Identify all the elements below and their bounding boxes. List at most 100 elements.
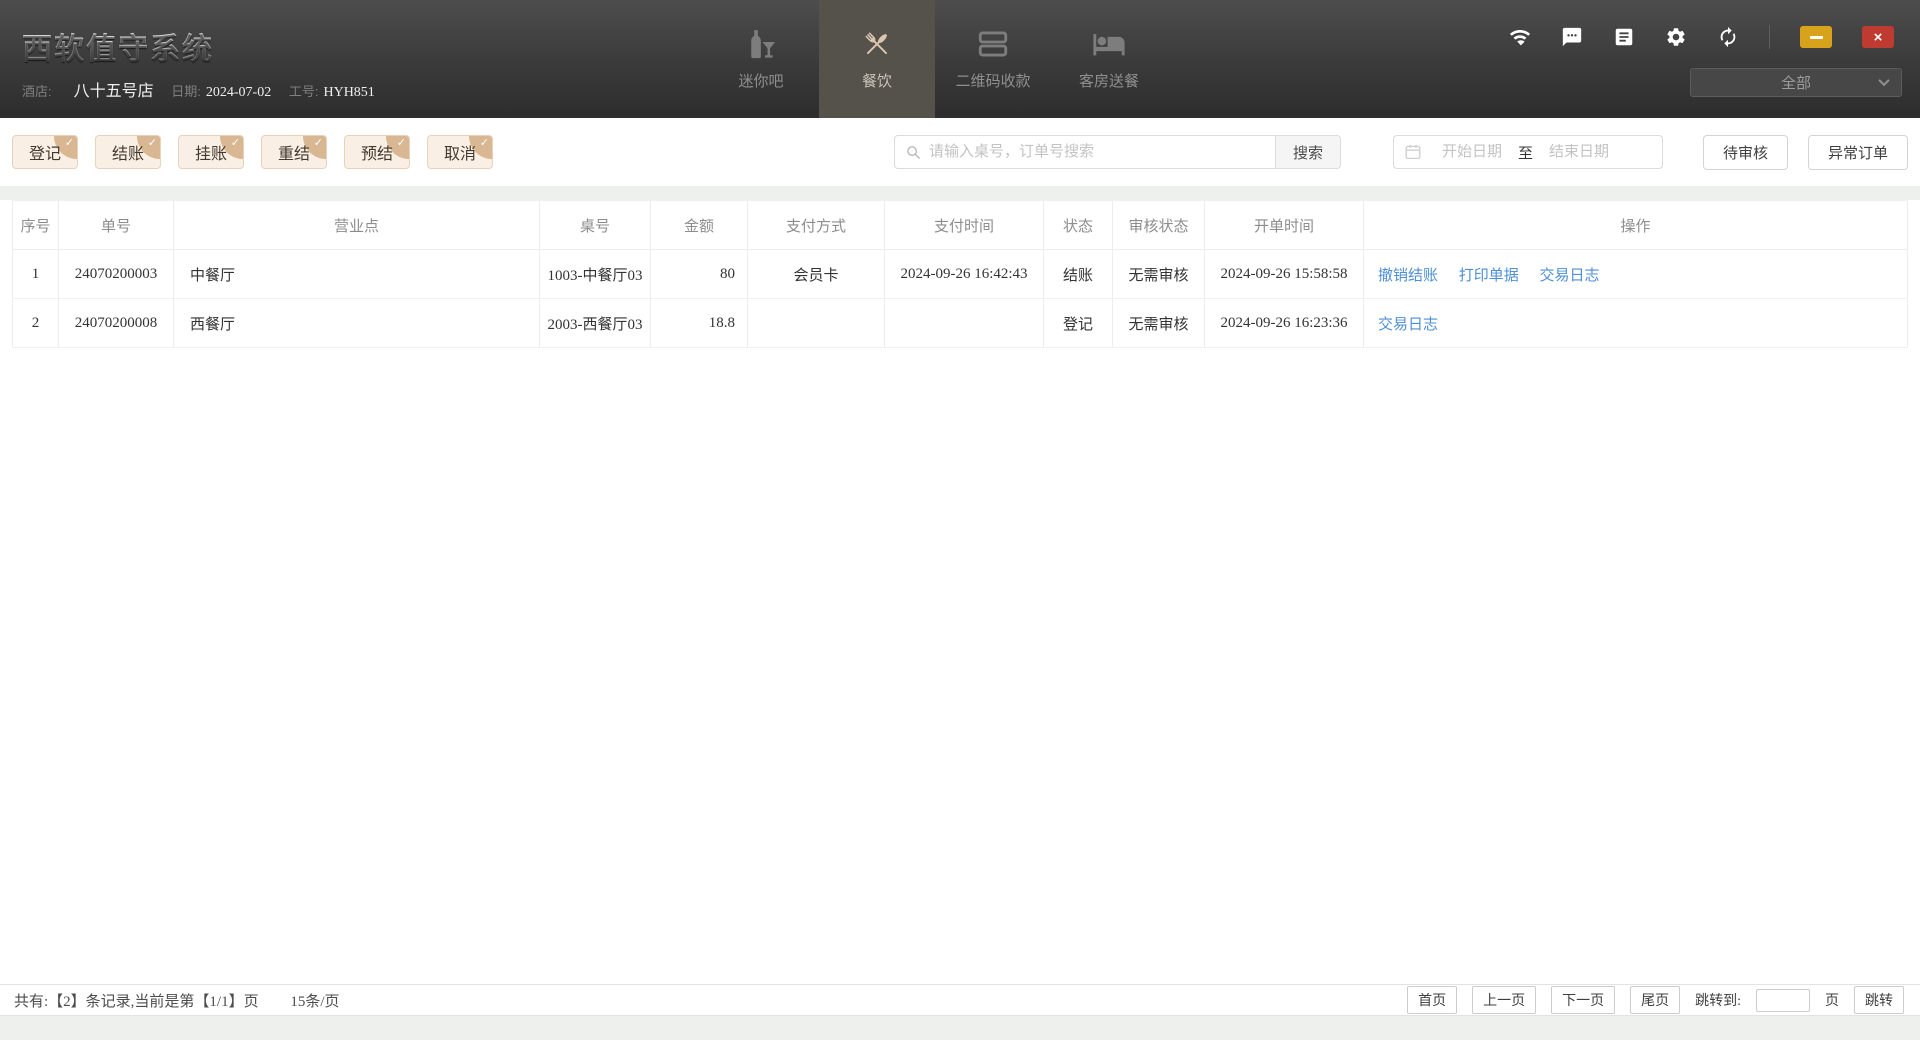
app-window: 西软值守系统 酒店:八十五号店 日期:2024-07-02 工号:HYH851 … xyxy=(0,0,1920,1040)
column-header-status: 状态 xyxy=(1044,201,1113,250)
chat-icon[interactable] xyxy=(1561,26,1583,48)
column-header-pay-method: 支付方式 xyxy=(748,201,885,250)
page-number-input[interactable] xyxy=(1756,989,1810,1012)
titlebar: 西软值守系统 酒店:八十五号店 日期:2024-07-02 工号:HYH851 … xyxy=(0,0,1920,118)
minibar-icon xyxy=(744,27,778,61)
tab-minibar-label: 迷你吧 xyxy=(738,70,783,91)
cell-status: 登记 xyxy=(1044,299,1113,348)
chevron-down-icon xyxy=(1878,75,1889,86)
record-summary: 共有:【2】条记录,当前是第【1/1】页 xyxy=(14,994,259,1010)
filter-buttons: 待审核 异常订单 xyxy=(1703,135,1908,170)
gear-icon[interactable] xyxy=(1665,26,1687,48)
action-link-transaction-log[interactable]: 交易日志 xyxy=(1378,317,1438,333)
table-row: 1 24070200003 中餐厅 1003-中餐厅03 80 会员卡 2024… xyxy=(13,250,1908,299)
charge-account-button[interactable]: 挂账 ✓ xyxy=(178,135,244,169)
dining-icon xyxy=(860,27,894,61)
search-input[interactable] xyxy=(929,136,1269,168)
orders-table: 序号 单号 营业点 桌号 金额 支付方式 支付时间 状态 审核状态 开单时间 操… xyxy=(0,200,1920,984)
wifi-icon[interactable] xyxy=(1509,26,1531,48)
close-button[interactable]: × xyxy=(1862,26,1894,48)
employee-label: 工号: xyxy=(289,84,319,99)
cell-pay-method xyxy=(748,299,885,348)
pending-audit-button[interactable]: 待审核 xyxy=(1703,135,1788,170)
page-unit-label: 页 xyxy=(1825,990,1839,1010)
document-icon[interactable] xyxy=(1613,26,1635,48)
register-button[interactable]: 登记 ✓ xyxy=(12,135,78,169)
calendar-icon xyxy=(1404,143,1422,161)
tab-qrcode-pay-label: 二维码收款 xyxy=(955,70,1030,91)
column-header-open-time: 开单时间 xyxy=(1205,201,1364,250)
jump-to-label: 跳转到: xyxy=(1695,990,1741,1010)
checkout-button[interactable]: 结账 ✓ xyxy=(95,135,161,169)
search-group: 搜索 xyxy=(894,135,1341,169)
refresh-icon[interactable] xyxy=(1717,26,1739,48)
minimize-icon xyxy=(1810,36,1823,39)
cell-seq: 1 xyxy=(13,250,59,299)
qrcode-pay-icon xyxy=(976,27,1010,61)
tab-qrcode-pay[interactable]: 二维码收款 xyxy=(935,0,1051,118)
session-info: 酒店: 八十五号店 日期: 2024-07-02 工号: HYH851 xyxy=(22,77,389,101)
first-page-button[interactable]: 首页 xyxy=(1407,986,1457,1014)
filter-dropdown-value: 全部 xyxy=(1781,72,1811,93)
cell-pay-time xyxy=(885,299,1044,348)
app-logo: 西软值守系统 xyxy=(22,24,389,68)
tab-dining[interactable]: 餐饮 xyxy=(819,0,935,118)
titlebar-actions: × 全部 xyxy=(1460,0,1920,97)
cell-seq: 2 xyxy=(13,299,59,348)
end-date-input[interactable] xyxy=(1535,144,1623,161)
action-link-transaction-log[interactable]: 交易日志 xyxy=(1540,268,1600,284)
search-button[interactable]: 搜索 xyxy=(1275,135,1341,169)
business-date-label: 日期: xyxy=(171,84,201,99)
column-header-outlet: 营业点 xyxy=(174,201,540,250)
cell-open-time: 2024-09-26 16:23:36 xyxy=(1205,299,1364,348)
re-settle-button[interactable]: 重结 ✓ xyxy=(261,135,327,169)
hotel-name: 八十五号店 xyxy=(74,83,154,100)
jump-button[interactable]: 跳转 xyxy=(1854,986,1904,1014)
cell-audit-status: 无需审核 xyxy=(1113,250,1205,299)
column-header-amount: 金额 xyxy=(651,201,748,250)
business-date: 2024-07-02 xyxy=(206,85,271,100)
titlebar-divider xyxy=(1769,25,1770,49)
table-row: 2 24070200008 西餐厅 2003-西餐厅03 18.8 登记 无需审… xyxy=(13,299,1908,348)
table-header-row: 序号 单号 营业点 桌号 金额 支付方式 支付时间 状态 审核状态 开单时间 操… xyxy=(13,201,1908,250)
column-header-audit-status: 审核状态 xyxy=(1113,201,1205,250)
page-size: 15条/页 xyxy=(290,994,339,1010)
cell-status: 结账 xyxy=(1044,250,1113,299)
prev-page-button[interactable]: 上一页 xyxy=(1472,986,1536,1014)
search-box xyxy=(894,135,1276,169)
close-icon: × xyxy=(1874,30,1883,45)
hotel-label: 酒店: xyxy=(22,84,52,99)
employee-id: HYH851 xyxy=(323,85,374,100)
cell-table-no: 2003-西餐厅03 xyxy=(540,299,651,348)
next-page-button[interactable]: 下一页 xyxy=(1551,986,1615,1014)
pre-settle-button[interactable]: 预结 ✓ xyxy=(344,135,410,169)
cell-order-no: 24070200008 xyxy=(59,299,174,348)
last-page-button[interactable]: 尾页 xyxy=(1630,986,1680,1014)
action-link-print-receipt[interactable]: 打印单据 xyxy=(1459,268,1519,284)
cell-outlet: 中餐厅 xyxy=(174,250,540,299)
room-service-icon xyxy=(1092,27,1126,61)
tab-dining-label: 餐饮 xyxy=(862,70,892,91)
cell-amount: 18.8 xyxy=(651,299,748,348)
column-header-pay-time: 支付时间 xyxy=(885,201,1044,250)
start-date-input[interactable] xyxy=(1428,144,1516,161)
action-link-revoke-checkout[interactable]: 撤销结账 xyxy=(1378,268,1438,284)
cell-order-no: 24070200003 xyxy=(59,250,174,299)
abnormal-orders-button[interactable]: 异常订单 xyxy=(1808,135,1908,170)
cell-open-time: 2024-09-26 15:58:58 xyxy=(1205,250,1364,299)
cell-amount: 80 xyxy=(651,250,748,299)
cell-pay-method: 会员卡 xyxy=(748,250,885,299)
column-header-table-no: 桌号 xyxy=(540,201,651,250)
record-summary-block: 共有:【2】条记录,当前是第【1/1】页 15条/页 xyxy=(14,990,368,1011)
minimize-button[interactable] xyxy=(1800,26,1832,48)
order-action-buttons: 登记 ✓ 结账 ✓ 挂账 ✓ 重结 ✓ 预结 ✓ 取消 ✓ xyxy=(12,135,493,169)
column-header-order-no: 单号 xyxy=(59,201,174,250)
cancel-button[interactable]: 取消 ✓ xyxy=(427,135,493,169)
cell-operations: 撤销结账 打印单据 交易日志 xyxy=(1364,250,1908,299)
filter-dropdown[interactable]: 全部 xyxy=(1690,68,1902,97)
cell-audit-status: 无需审核 xyxy=(1113,299,1205,348)
date-separator: 至 xyxy=(1518,142,1533,163)
cell-pay-time: 2024-09-26 16:42:43 xyxy=(885,250,1044,299)
tab-room-service[interactable]: 客房送餐 xyxy=(1051,0,1167,118)
tab-minibar[interactable]: 迷你吧 xyxy=(703,0,819,118)
